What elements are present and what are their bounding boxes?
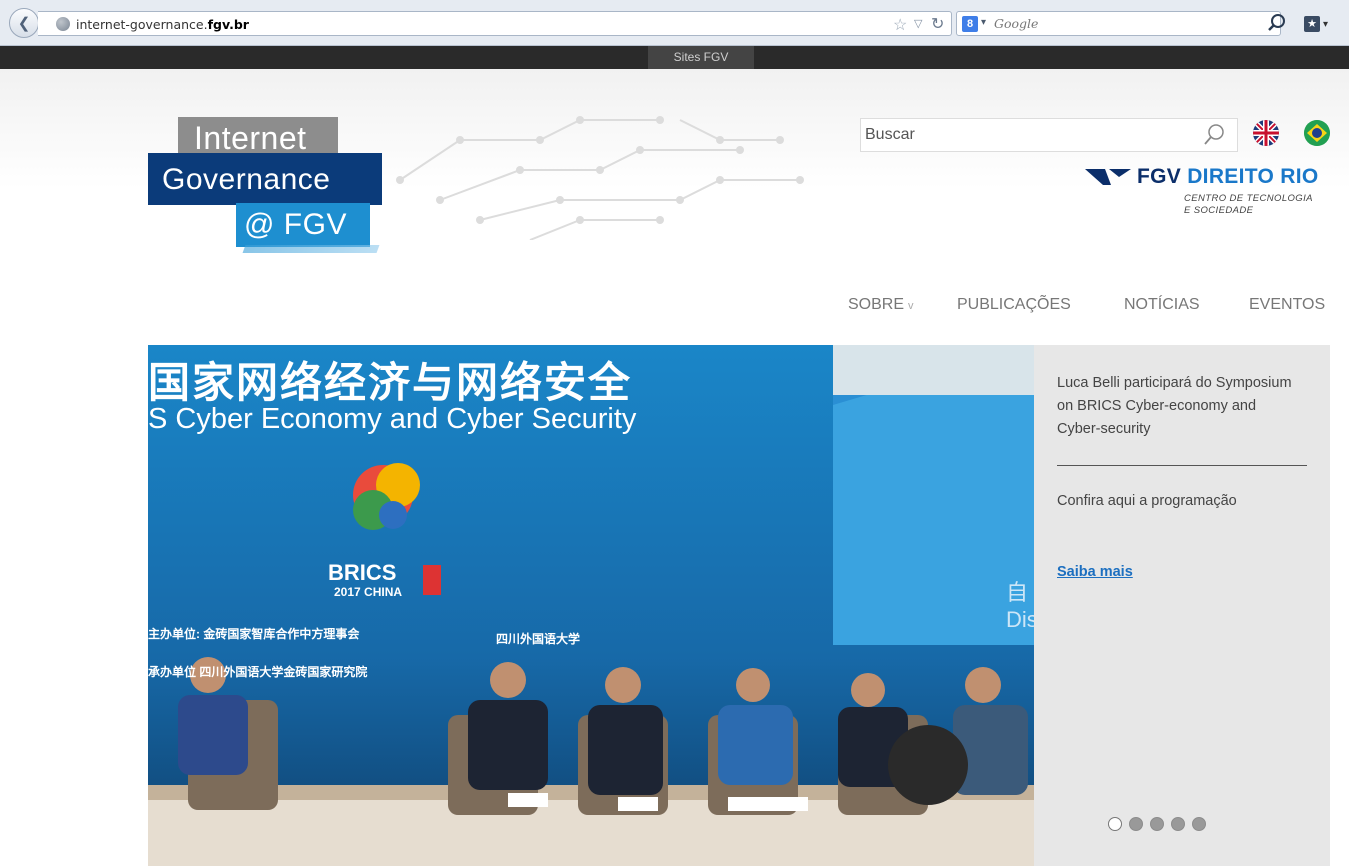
photo-brics-sub: 2017 CHINA [334, 585, 403, 599]
engine-dropdown-icon[interactable]: ▾ [981, 17, 986, 28]
bookmarks-menu-icon[interactable]: ★ ▾ [1304, 12, 1340, 36]
logo-line-fgv: @ FGV [236, 203, 370, 247]
photo-side-text: 自 Dis [1006, 580, 1034, 632]
slide-dot-1[interactable] [1108, 817, 1122, 831]
photo-host-line2: 承办单位 四川外国语大学金砖国家研究院 [148, 665, 368, 679]
fgv-subtitle-line1: CENTRO DE TECNOLOGIA [1184, 193, 1313, 204]
slide-body: Confira aqui a programação [1057, 493, 1237, 509]
browser-search-bar[interactable]: 8 ▾ Google [956, 11, 1281, 36]
slide-headline: Luca Belli participará do Symposium on B… [1057, 375, 1292, 437]
slide-dot-2[interactable] [1129, 817, 1143, 831]
brazil-flag-icon[interactable] [1304, 120, 1330, 146]
logo-line-governance: Governance [148, 153, 382, 205]
fgv-subtitle-line2: E SOCIEDADE [1184, 205, 1254, 216]
slide-dot-3[interactable] [1150, 817, 1164, 831]
reload-icon[interactable]: ↻ [931, 14, 944, 34]
google-plus-icon[interactable]: 8 [962, 16, 978, 32]
search-icon[interactable] [1201, 121, 1227, 149]
saiba-mais-link[interactable]: Saiba mais [1057, 564, 1133, 580]
magnifier-icon[interactable] [1266, 12, 1288, 34]
slide-caption-panel: Luca Belli participará do Symposium on B… [1034, 345, 1330, 866]
fgv-mark-icon [1085, 169, 1131, 185]
circuit-decoration [396, 116, 804, 240]
address-bar[interactable]: internet-governance.fgv.br ☆ ▽ ↻ [38, 11, 952, 36]
nav-item-eventos[interactable]: EVENTOS [1249, 296, 1325, 314]
url-text[interactable]: internet-governance.fgv.br [76, 17, 249, 32]
site-search-input[interactable] [861, 119, 1191, 151]
slide-photo[interactable]: 国家网络经济与网络安全 S Cyber Economy and Cyber Se… [148, 345, 1034, 866]
bookmark-star-icon[interactable]: ☆ [893, 15, 907, 35]
main-nav: SOBRE v PUBLICAÇÕES NOTÍCIAS EVENTOS [0, 296, 1349, 320]
fgv-direito-rio-logo[interactable]: FGV DIREITO RIO CENTRO DE TECNOLOGIA E S… [1085, 165, 1335, 225]
nav-item-sobre[interactable]: SOBRE v [848, 296, 914, 314]
uk-flag-icon[interactable] [1253, 120, 1279, 146]
photo-university: 四川外国语大学 [496, 632, 581, 646]
photo-banner-chinese: 国家网络经济与网络安全 [148, 358, 633, 407]
site-search-box [860, 118, 1238, 152]
sites-fgv-tab[interactable]: Sites FGV [648, 46, 754, 69]
panel-divider [1057, 465, 1307, 466]
internet-governance-logo[interactable]: Internet Governance @ FGV [148, 113, 388, 263]
browser-search-placeholder[interactable]: Google [994, 16, 1038, 31]
photo-banner-english: S Cyber Economy and Cyber Security [148, 403, 637, 435]
fgv-sites-bar: Sites FGV [0, 46, 1349, 69]
slider-pagination [1108, 817, 1206, 831]
browser-toolbar: ❮ internet-governance.fgv.br ☆ ▽ ↻ 8 ▾ G… [0, 0, 1349, 46]
logo-shadow [242, 245, 380, 253]
chevron-down-icon: v [908, 300, 914, 312]
nav-item-publicacoes[interactable]: PUBLICAÇÕES [957, 296, 1071, 314]
fgv-brand-title: FGV DIREITO RIO [1137, 165, 1319, 188]
history-dropdown-icon[interactable]: ▽ [914, 17, 922, 30]
back-arrow-icon[interactable]: ❮ [9, 8, 39, 38]
photo-host-line1: 主办单位: 金砖国家智库合作中方理事会 [148, 627, 360, 641]
slide-dot-4[interactable] [1171, 817, 1185, 831]
slide-dot-5[interactable] [1192, 817, 1206, 831]
photo-brics-label: BRICS [328, 560, 397, 585]
globe-icon [56, 17, 70, 31]
nav-item-noticias[interactable]: NOTÍCIAS [1124, 296, 1200, 314]
